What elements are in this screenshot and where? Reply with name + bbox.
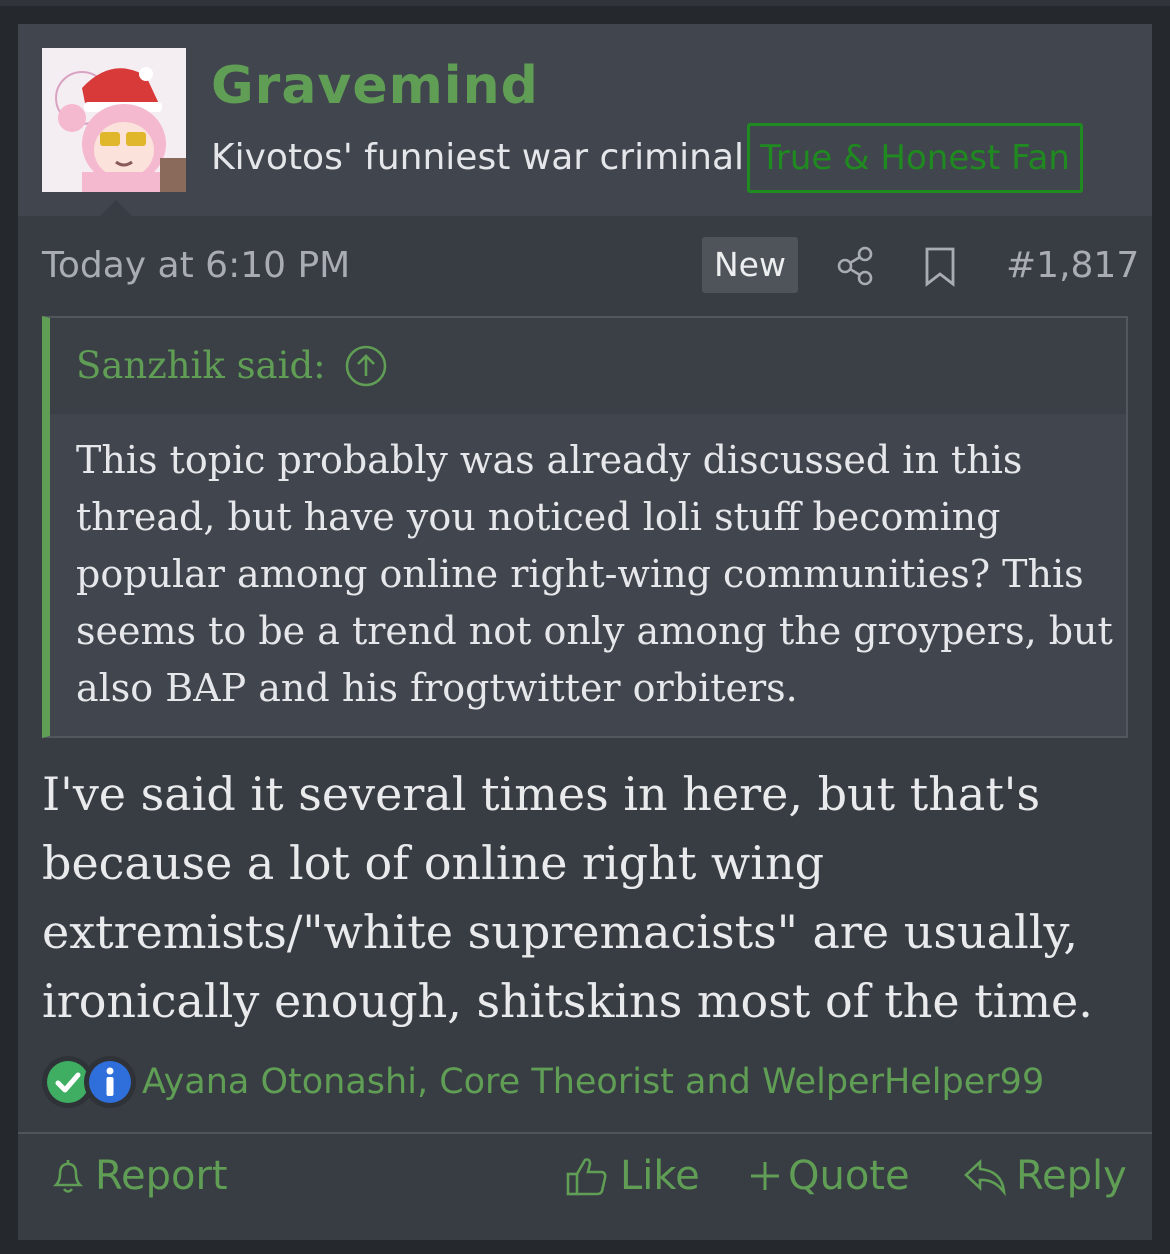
- top-bar: [0, 0, 1170, 6]
- new-badge: New: [702, 237, 798, 293]
- quote-header: Sanzhik said:: [50, 318, 1126, 414]
- actions-divider: [18, 1132, 1152, 1134]
- username-link[interactable]: Gravemind: [211, 54, 539, 118]
- post-message: I've said it several times in here, but …: [42, 767, 1093, 1028]
- post-user-header: Gravemind Kivotos' funniest war criminal…: [18, 24, 1152, 216]
- quote-button[interactable]: Quote: [748, 1146, 918, 1206]
- reaction-users-link[interactable]: Ayana Otonashi, Core Theorist and Welper…: [142, 1054, 1044, 1110]
- reactions-bar[interactable]: Ayana Otonashi, Core Theorist and Welper…: [42, 1054, 1132, 1110]
- arrow-up-circle-icon[interactable]: [344, 344, 388, 388]
- info-reaction-icon[interactable]: [84, 1056, 136, 1108]
- like-label: Like: [620, 1153, 700, 1199]
- plus-icon: [751, 1162, 779, 1190]
- reply-label: Reply: [1016, 1153, 1127, 1199]
- report-label: Report: [95, 1153, 228, 1199]
- quote-label: Quote: [788, 1153, 910, 1199]
- like-button[interactable]: Like: [564, 1146, 704, 1206]
- post-timestamp[interactable]: Today at 6:10 PM: [42, 242, 350, 290]
- bell-icon: [52, 1160, 84, 1193]
- reply-arrow-icon: [964, 1159, 1006, 1197]
- user-banner: True & Honest Fan: [747, 123, 1083, 193]
- quote-block: Sanzhik said: This topic probably was al…: [42, 316, 1128, 738]
- report-button[interactable]: Report: [48, 1146, 238, 1206]
- avatar-pointer: [100, 200, 132, 216]
- share-icon[interactable]: [834, 244, 878, 288]
- thumbs-up-icon: [566, 1158, 607, 1196]
- user-title: Kivotos' funniest war criminal: [211, 137, 745, 178]
- forum-post: Gravemind Kivotos' funniest war criminal…: [18, 24, 1152, 1240]
- post-number-link[interactable]: #1,817: [1006, 242, 1139, 290]
- quote-text: This topic probably was already discusse…: [76, 438, 1113, 710]
- post-actions-bar: Report Like Quote Reply: [18, 1146, 1152, 1206]
- quote-author[interactable]: Sanzhik said:: [76, 342, 326, 390]
- bookmark-icon[interactable]: [918, 244, 962, 288]
- user-avatar[interactable]: [42, 48, 186, 192]
- reply-button[interactable]: Reply: [962, 1146, 1132, 1206]
